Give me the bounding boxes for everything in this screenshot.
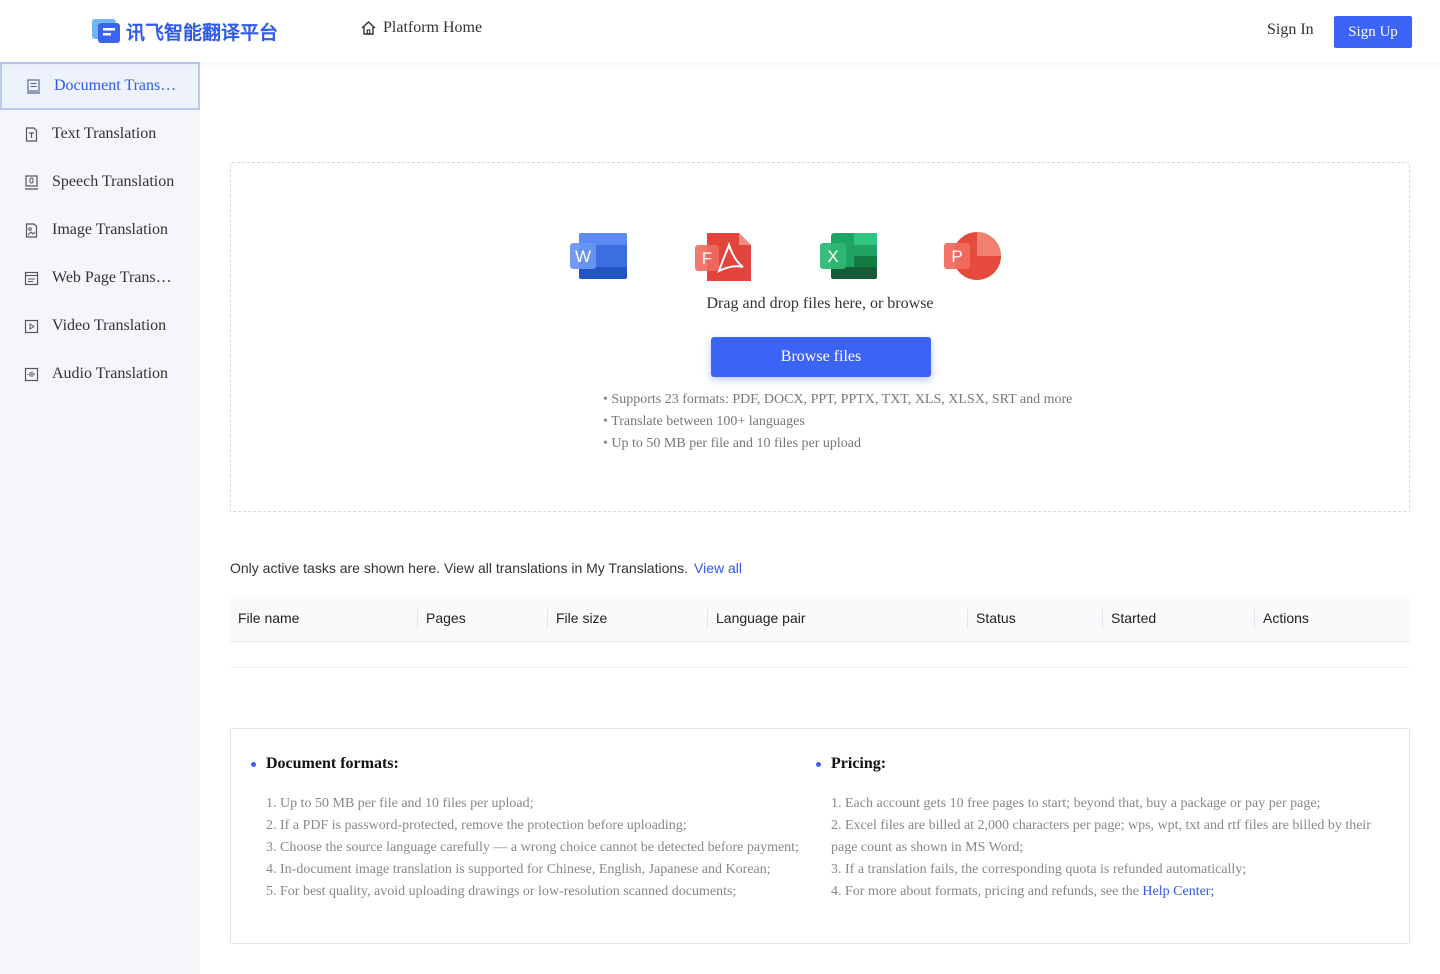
document-icon	[27, 78, 40, 94]
sidebar-item-speech-translation[interactable]: Speech Translation	[0, 158, 200, 206]
column-file-name: File name	[238, 610, 300, 626]
sidebar-item-label: Speech Translation	[52, 173, 175, 190]
list-item: 2. Excel files are billed at 2,000 chara…	[831, 818, 1371, 855]
upload-drop-zone[interactable]: W F X P Drag and drop files here, or bro…	[230, 162, 1410, 512]
tasks-table-header: File name Pages File size Language pair …	[230, 596, 1410, 642]
sidebar-item-image-translation[interactable]: Image Translation	[0, 206, 200, 254]
sidebar-item-label: Image Translation	[52, 221, 168, 238]
drop-instructions: Drag and drop files here, or browse	[706, 295, 934, 312]
formats-title: Document formats:	[266, 755, 399, 772]
formats-section: Document formats: 1. Up to 50 MB per fil…	[251, 755, 811, 903]
column-language-pair: Language pair	[716, 610, 806, 626]
sign-in-link[interactable]: Sign In	[1267, 21, 1314, 39]
list-item: 3. Choose the source language carefully …	[266, 840, 799, 855]
sidebar-item-web-page-translation[interactable]: Web Page Translation	[0, 254, 200, 302]
list-item: 1. Each account gets 10 free pages to st…	[831, 796, 1321, 811]
webpage-icon	[24, 271, 39, 285]
logo-text: 讯飞智能翻译平台	[126, 21, 279, 44]
pdf-icon: F	[695, 233, 751, 281]
sidebar-item-label: Web Page Translation	[52, 269, 176, 286]
excel-icon: X	[820, 233, 877, 279]
file-type-icons: W F X P	[569, 229, 1009, 285]
column-actions: Actions	[1263, 610, 1309, 626]
column-status: Status	[976, 610, 1016, 626]
sidebar-item-audio-translation[interactable]: Audio Translation	[0, 350, 200, 398]
help-center-link[interactable]: Help Center;	[1142, 884, 1214, 899]
sidebar-item-label: Audio Translation	[52, 365, 169, 382]
formats-list: 1. Up to 50 MB per file and 10 files per…	[251, 793, 811, 903]
powerpoint-icon: P	[944, 232, 1001, 280]
image-icon	[25, 222, 38, 238]
pricing-title: Pricing:	[831, 755, 887, 772]
pricing-list: 1. Each account gets 10 free pages to st…	[816, 793, 1386, 903]
list-item: 5. For best quality, avoid uploading dra…	[266, 884, 737, 899]
top-header: 讯飞智能翻译平台 Platform Home Sign In Sign Up	[0, 0, 1440, 62]
sidebar-item-label: Document Translation	[54, 77, 178, 94]
bullet-dot-icon	[816, 761, 821, 767]
sidebar-item-text-translation[interactable]: Text Translation	[0, 110, 200, 158]
requirement-item: Up to 50 MB per file and 10 files per up…	[603, 433, 1072, 455]
sidebar-item-label: Text Translation	[52, 125, 157, 142]
column-file-size: File size	[556, 610, 608, 626]
column-started: Started	[1111, 610, 1157, 626]
bullet-dot-icon	[251, 761, 256, 767]
sidebar-item-label: Video Translation	[52, 317, 167, 334]
text-icon	[25, 126, 38, 142]
sidebar-item-document-translation[interactable]: Document Translation	[0, 62, 200, 110]
audio-icon	[24, 367, 39, 381]
platform-home-link[interactable]: Platform Home	[360, 19, 482, 37]
word-icon: W	[570, 233, 627, 279]
view-all-link[interactable]: View all	[694, 560, 742, 576]
requirement-item: Translate between 100+ languages	[603, 411, 1072, 433]
powerpoint-icon-letter: P	[951, 247, 962, 266]
list-item: 1. Up to 50 MB per file and 10 files per…	[266, 796, 534, 811]
pdf-icon-letter: F	[702, 249, 712, 268]
pricing-section: Pricing: 1. Each account gets 10 free pa…	[816, 755, 1386, 903]
requirement-item: Supports 23 formats: PDF, DOCX, PPT, PPT…	[603, 389, 1072, 411]
column-pages: Pages	[426, 610, 466, 626]
speech-icon	[25, 174, 38, 190]
platform-home-label: Platform Home	[383, 19, 483, 36]
sign-up-button[interactable]: Sign Up	[1334, 16, 1412, 48]
upload-requirements: Supports 23 formats: PDF, DOCX, PPT, PPT…	[603, 389, 1072, 455]
browse-files-button[interactable]: Browse files	[711, 337, 931, 377]
pricing-item-text: 4. For more about formats, pricing and r…	[831, 884, 1143, 899]
list-item: 4. For more about formats, pricing and r…	[831, 881, 1386, 903]
logo-icon	[92, 19, 120, 43]
video-icon	[24, 319, 39, 333]
sidebar-item-video-translation[interactable]: Video Translation	[0, 302, 200, 350]
excel-icon-letter: X	[827, 247, 838, 266]
tasks-table-body	[230, 643, 1410, 668]
home-icon	[361, 21, 376, 35]
list-item: 4. In-document image translation is supp…	[266, 862, 771, 877]
tasks-note: Only active tasks are shown here. View a…	[230, 560, 689, 576]
info-panel: Document formats: 1. Up to 50 MB per fil…	[230, 728, 1410, 944]
sidebar: Document Translation Text Translation Sp…	[0, 62, 200, 974]
list-item: 3. If a translation fails, the correspon…	[831, 862, 1247, 877]
logo[interactable]: 讯飞智能翻译平台	[90, 15, 278, 47]
list-item: 2. If a PDF is password-protected, remov…	[266, 818, 687, 833]
word-icon-letter: W	[575, 247, 591, 266]
